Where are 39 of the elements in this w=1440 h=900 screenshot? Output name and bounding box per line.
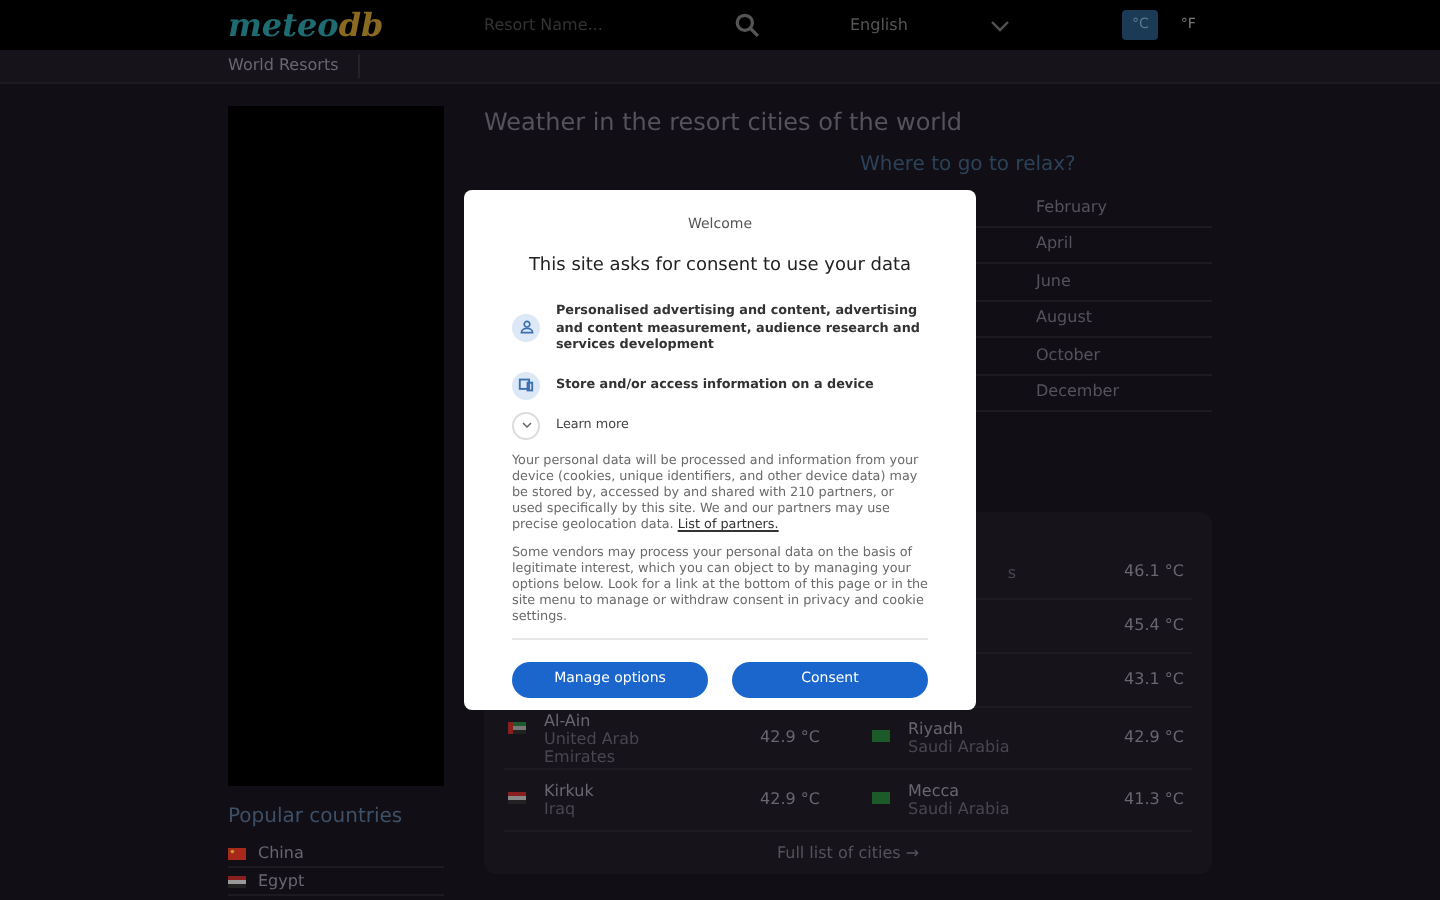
temperature: 43.1 °C bbox=[1124, 668, 1186, 692]
temperature: 42.9 °C bbox=[760, 726, 822, 750]
person-icon bbox=[512, 313, 540, 342]
full-list-link[interactable]: Full list of cities → bbox=[776, 842, 920, 866]
device-icon bbox=[512, 371, 540, 399]
country-link[interactable]: Egypt bbox=[258, 869, 305, 893]
temperature: 46.1 °C bbox=[1124, 560, 1186, 584]
flag-icon bbox=[228, 875, 246, 887]
flag-icon bbox=[507, 721, 525, 733]
month-link[interactable]: June bbox=[1036, 269, 1071, 294]
temperature: 42.9 °C bbox=[760, 788, 822, 812]
flag-icon bbox=[228, 847, 246, 859]
month-link[interactable]: October bbox=[1036, 343, 1101, 368]
chevron-down-icon bbox=[521, 422, 531, 428]
month-link[interactable]: December bbox=[1036, 380, 1119, 405]
search-icon[interactable] bbox=[734, 12, 760, 38]
temperature: 41.3 °C bbox=[1124, 788, 1186, 812]
city-name[interactable]: Al-Ain bbox=[544, 711, 664, 729]
logo[interactable]: meteodb bbox=[228, 1, 484, 49]
flag-icon bbox=[871, 792, 889, 804]
section-title: Popular countries bbox=[228, 804, 405, 832]
page-title: Weather in the resort cities of the world bbox=[484, 106, 965, 140]
city-name[interactable]: Riyadh bbox=[908, 720, 1028, 738]
language-select[interactable]: English bbox=[850, 13, 990, 37]
section-title: Where to go to relax? bbox=[860, 152, 1078, 180]
flag-icon bbox=[507, 792, 525, 804]
temperature: 45.4 °C bbox=[1124, 614, 1186, 638]
learn-more-button[interactable] bbox=[512, 411, 540, 439]
city-name[interactable]: Mecca bbox=[908, 782, 1028, 800]
month-link[interactable]: April bbox=[1036, 232, 1073, 257]
chevron-down-icon[interactable] bbox=[990, 19, 1010, 31]
country-link[interactable]: China bbox=[258, 841, 304, 865]
dialog-title: This site asks for consent to use your data bbox=[528, 253, 912, 279]
month-link[interactable]: February bbox=[1036, 195, 1107, 220]
city-name[interactable]: Kirkuk bbox=[544, 782, 664, 800]
flag-icon bbox=[871, 730, 889, 742]
temperature: 42.9 °C bbox=[1124, 726, 1186, 750]
month-link[interactable]: August bbox=[1036, 306, 1092, 331]
subnav-link[interactable]: World Resorts bbox=[228, 54, 361, 78]
